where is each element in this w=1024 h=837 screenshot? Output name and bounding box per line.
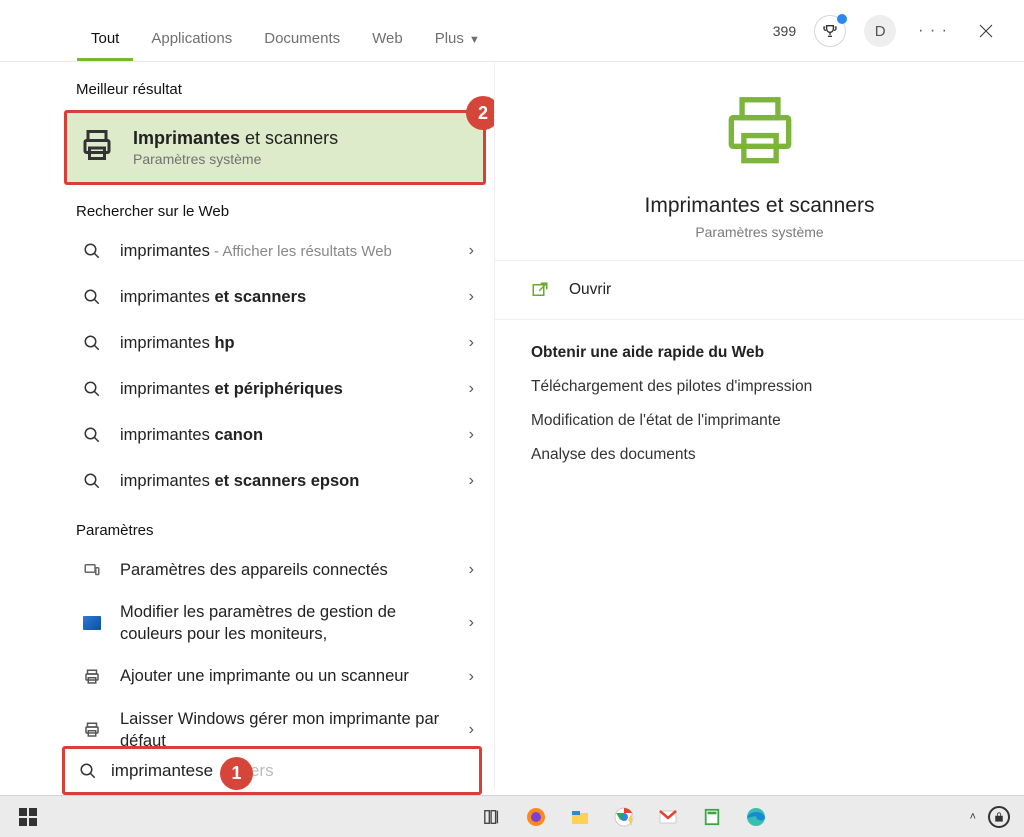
close-button[interactable] [970,15,1002,47]
printer-icon [80,721,104,739]
annotation-badge-1: 1 [220,757,253,790]
taskbar-explorer-icon[interactable] [566,803,594,831]
search-results-main: Meilleur résultat Imprimantes et scanner… [62,63,1024,789]
tray-lock-icon[interactable] [988,806,1010,828]
chevron-right-icon[interactable]: › [463,282,480,312]
taskbar-calc-icon[interactable] [698,803,726,831]
settings-result-1[interactable]: Paramètres des appareils connectés › [62,547,494,593]
best-result-text: Imprimantes et scanners Paramètres systè… [133,128,338,167]
tab-applications[interactable]: Applications [135,18,248,61]
web-result-5[interactable]: imprimantes canon › [62,412,494,458]
chevron-right-icon[interactable]: › [463,236,480,266]
search-icon [80,472,104,490]
taskbar-apps [478,803,770,831]
open-icon [531,281,549,299]
taskbar-firefox-icon[interactable] [522,803,550,831]
monitor-icon [80,616,104,630]
search-typed-text: imprimantes [111,761,204,781]
web-result-1[interactable]: imprimantes - Afficher les résultats Web… [62,228,494,274]
annotation-badge-2: 2 [466,96,494,130]
search-icon [80,288,104,306]
settings-result-2[interactable]: Modifier les paramètres de gestion de co… [62,593,494,654]
search-icon [79,762,97,780]
section-header-settings: Paramètres [62,504,494,547]
quick-help: Obtenir une aide rapide du Web Télécharg… [495,320,1024,504]
settings-result-3[interactable]: Ajouter une imprimante ou un scanneur › [62,654,494,700]
tab-plus[interactable]: Plus ▼ [419,18,496,61]
web-result-2[interactable]: imprimantes et scanners › [62,274,494,320]
chevron-right-icon[interactable]: › [463,608,480,638]
filter-tabs: Tout Applications Documents Web Plus ▼ [75,18,773,61]
section-header-best: Meilleur résultat [62,63,494,106]
search-icon [80,242,104,260]
search-icon [80,426,104,444]
user-avatar[interactable]: D [864,15,896,47]
chevron-down-icon: ▼ [466,34,480,46]
chevron-right-icon[interactable]: › [463,466,480,496]
section-header-web: Rechercher sur le Web [62,185,494,228]
help-link-2[interactable]: Modification de l'état de l'imprimante [531,412,988,430]
chevron-right-icon[interactable]: › [463,662,480,692]
chevron-right-icon[interactable]: › [463,420,480,450]
trophy-icon [822,23,838,39]
web-result-4[interactable]: imprimantes et périphériques › [62,366,494,412]
more-options-button[interactable]: · · · [914,18,952,44]
taskbar-chrome-icon[interactable] [610,803,638,831]
result-preview: Imprimantes et scanners Paramètres systè… [494,63,1024,789]
tab-documents[interactable]: Documents [248,18,356,61]
chevron-right-icon[interactable]: › [463,328,480,358]
chevron-right-icon[interactable]: › [463,374,480,404]
preview-subtitle: Paramètres système [495,224,1024,240]
rewards-button[interactable] [814,15,846,47]
help-link-3[interactable]: Analyse des documents [531,446,988,464]
chevron-right-icon[interactable]: › [463,555,480,585]
printer-icon [79,127,115,168]
windows-icon [19,808,37,826]
taskbar-edge-icon[interactable] [742,803,770,831]
web-result-6[interactable]: imprimantes et scanners epson › [62,458,494,504]
search-input[interactable]: imprimantes e 1 nners [62,746,482,795]
chevron-right-icon[interactable]: › [463,715,480,745]
topbar-right: 399 D · · · [773,15,1012,61]
tab-web[interactable]: Web [356,18,419,61]
search-topbar: Tout Applications Documents Web Plus ▼ 3… [0,0,1024,62]
rewards-points: 399 [773,23,796,39]
preview-title: Imprimantes et scanners [495,194,1024,218]
web-result-3[interactable]: imprimantes hp › [62,320,494,366]
notification-dot-icon [837,14,847,24]
taskbar-gmail-icon[interactable] [654,803,682,831]
best-result-item[interactable]: Imprimantes et scanners Paramètres systè… [64,110,486,185]
printer-icon [495,89,1024,180]
results-list: Meilleur résultat Imprimantes et scanner… [62,63,494,789]
search-icon [80,380,104,398]
tab-tout[interactable]: Tout [75,18,135,61]
close-icon [979,24,993,38]
help-link-1[interactable]: Téléchargement des pilotes d'impression [531,378,988,396]
tray-expand-button[interactable]: ˄ [970,811,976,823]
search-icon [80,334,104,352]
preview-hero: Imprimantes et scanners Paramètres systè… [495,63,1024,261]
system-tray: ˄ [970,806,1016,828]
start-button[interactable] [8,797,48,837]
taskbar: ˄ [0,795,1024,837]
devices-icon [80,561,104,579]
printer-icon [80,668,104,686]
help-title: Obtenir une aide rapide du Web [531,344,988,362]
search-completion: e [204,761,213,781]
open-button[interactable]: Ouvrir [495,261,1024,320]
taskbar-timeline-icon[interactable] [478,803,506,831]
